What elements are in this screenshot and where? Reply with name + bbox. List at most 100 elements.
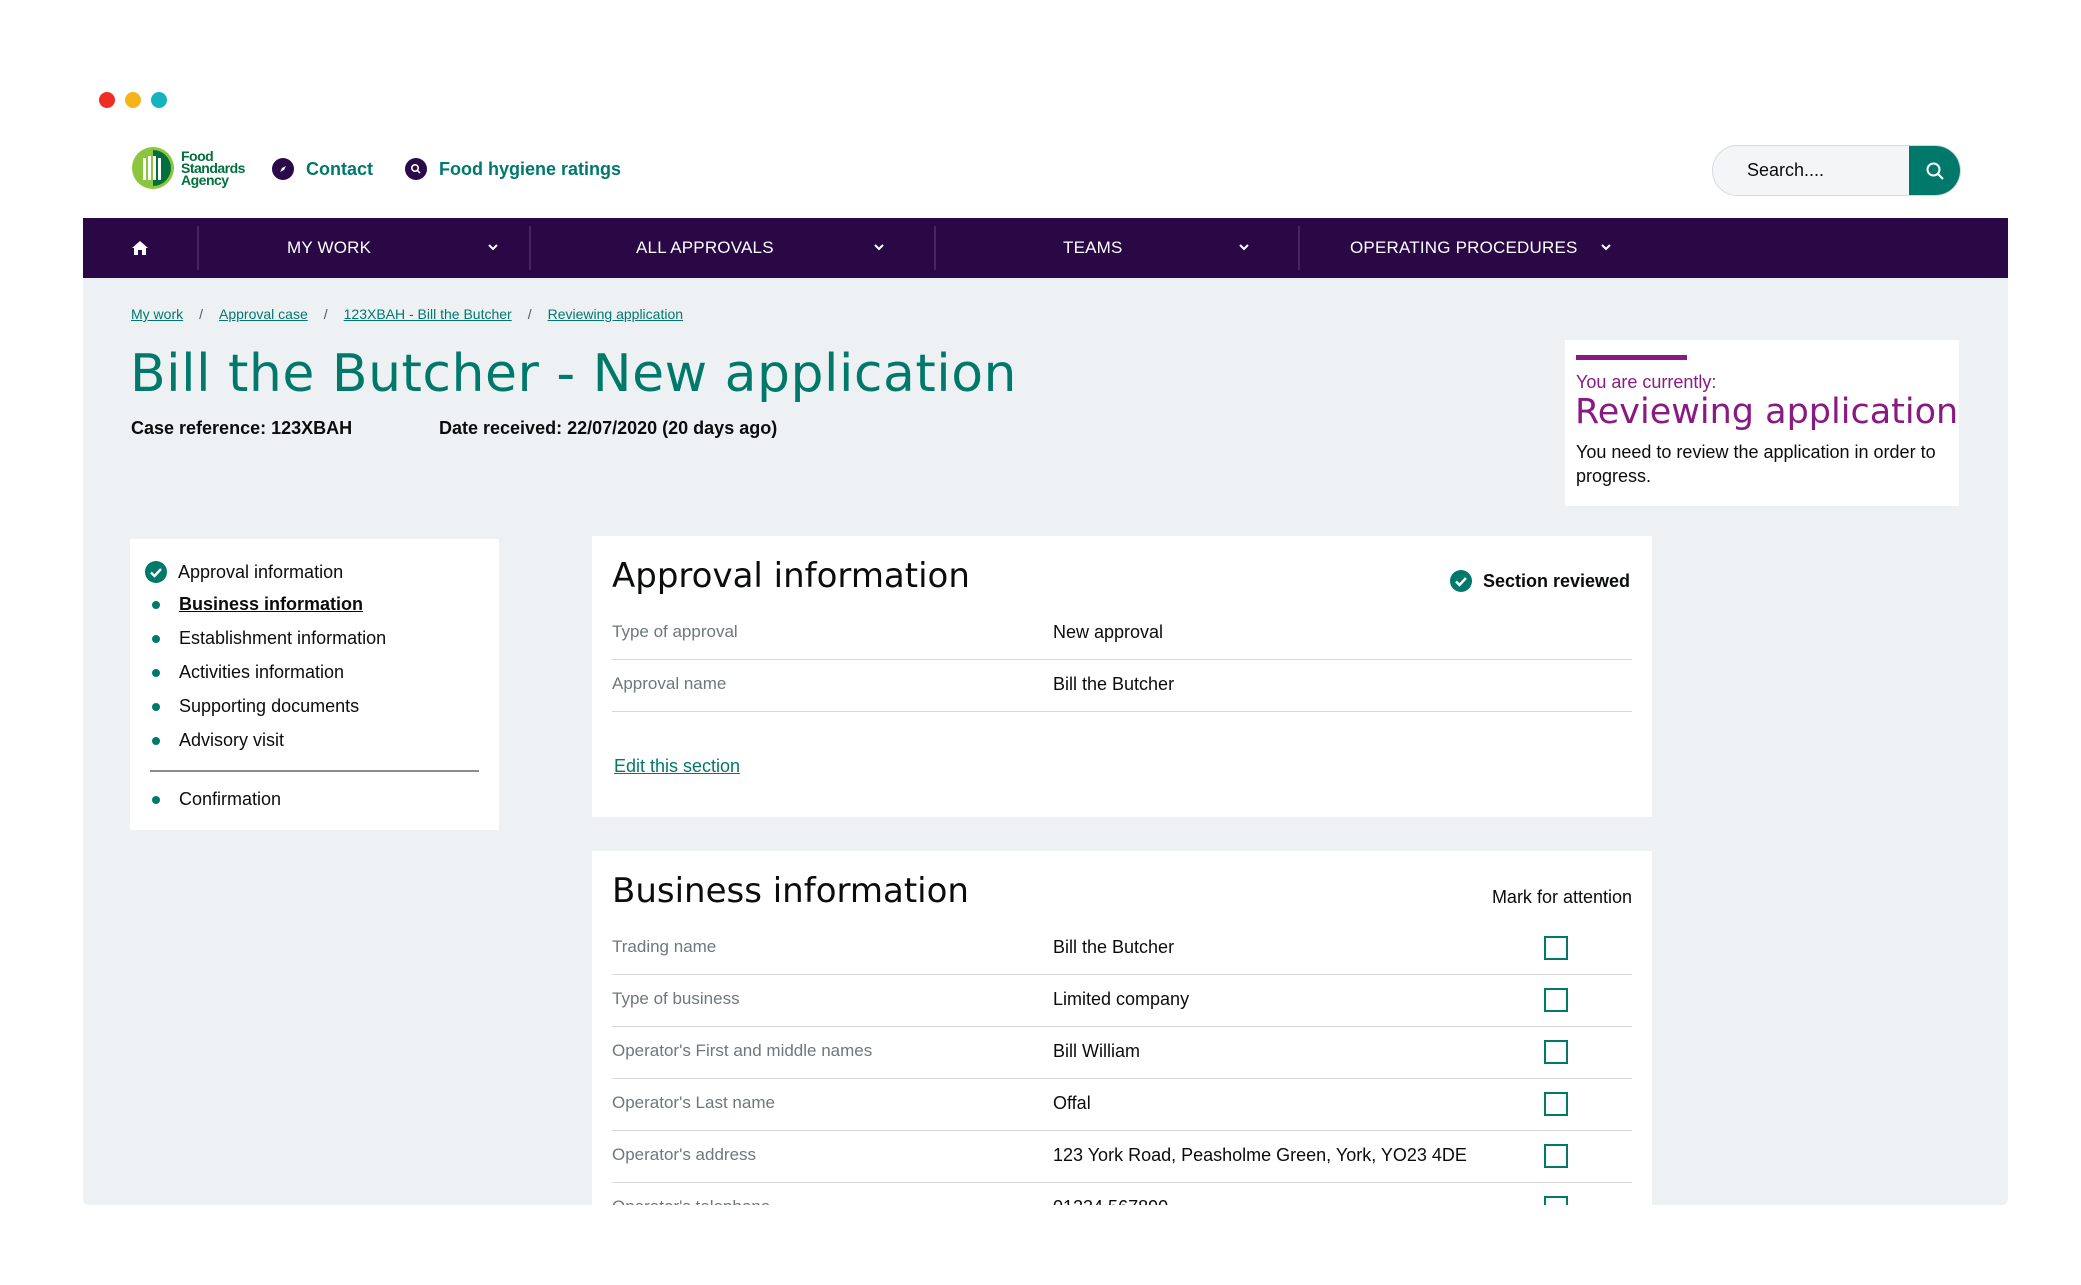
row-label: Operator's address [612, 1145, 757, 1164]
status-title: Reviewing application [1575, 392, 1959, 432]
nav-teams[interactable]: TEAMS [936, 218, 1298, 278]
check-circle-icon [1449, 570, 1472, 592]
sidenav-label: Approval information [178, 561, 344, 582]
sidenav-label: Activities information [179, 662, 345, 682]
bullet-icon [152, 668, 160, 677]
search-icon [405, 158, 427, 180]
case-reference: Case reference: 123XBAH [131, 418, 353, 438]
row-value: New approval [1053, 622, 1164, 642]
ratings-label: Food hygiene ratings [439, 158, 622, 179]
table-row: Operator's telephone 01234 567890 [612, 1183, 1632, 1205]
status-description: You need to review the application in or… [1576, 442, 1936, 486]
mark-for-attention-checkbox[interactable] [1544, 988, 1568, 1012]
table-row: Type of approval New approval [612, 608, 1632, 660]
page-title: Bill the Butcher - New application [130, 344, 1017, 404]
table-row: Type of business Limited company [612, 975, 1632, 1027]
row-label: Approval name [612, 674, 727, 693]
sidenav-advisory-visit[interactable]: Advisory visit [144, 730, 284, 751]
bullet-icon [152, 634, 160, 643]
row-value: 01234 567890 [1053, 1197, 1168, 1205]
sidenav-business-information[interactable]: Business information [144, 594, 363, 615]
close-dot[interactable] [99, 92, 115, 108]
table-row: Operator's First and middle names Bill W… [612, 1027, 1632, 1079]
chevron-down-icon [874, 244, 884, 251]
sidenav-approval-information[interactable]: Approval information [144, 560, 343, 584]
breadcrumb-separator: / [527, 306, 532, 322]
sidenav-activities-information[interactable]: Activities information [144, 662, 344, 683]
bullet-icon [152, 795, 160, 804]
food-hygiene-ratings-link[interactable]: Food hygiene ratings [405, 158, 621, 180]
section-reviewed-label: Section reviewed [1482, 570, 1630, 591]
sidenav-divider [150, 770, 479, 772]
card-title: Business information [612, 871, 969, 911]
row-value: Bill William [1053, 1041, 1140, 1061]
compass-icon [272, 158, 294, 180]
nav-teams-label: TEAMS [1063, 238, 1123, 257]
status-label: You are currently: [1576, 372, 1717, 392]
minimize-dot[interactable] [125, 92, 141, 108]
chevron-down-icon [1239, 244, 1249, 251]
table-row: Operator's address 123 York Road, Peasho… [612, 1131, 1632, 1183]
browser-window: Food Standards Agency Contact Food hygie… [83, 122, 2008, 1205]
nav-all-approvals-label: ALL APPROVALS [636, 238, 774, 257]
mark-for-attention-checkbox[interactable] [1544, 1196, 1568, 1205]
section-navigation: Approval information Business informatio… [130, 539, 499, 830]
row-label: Trading name [612, 937, 717, 956]
date-received: Date received: 22/07/2020 (20 days ago) [439, 418, 778, 438]
contact-label: Contact [306, 158, 373, 179]
table-row: Trading name Bill the Butcher [612, 923, 1632, 975]
card-title: Approval information [612, 556, 970, 596]
approval-information-card: Approval information Section reviewed Ty… [592, 536, 1652, 817]
sidenav-label: Confirmation [179, 789, 282, 809]
row-value: 123 York Road, Peasholme Green, York, YO… [1053, 1145, 1467, 1165]
nav-operating-procedures[interactable]: OPERATING PROCEDURES [1300, 218, 1680, 278]
table-row: Operator's Last name Offal [612, 1079, 1632, 1131]
breadcrumb-case[interactable]: 123XBAH - Bill the Butcher [344, 306, 512, 322]
fsa-logo[interactable]: Food Standards Agency [131, 146, 245, 190]
maximize-dot[interactable] [151, 92, 167, 108]
nav-all-approvals[interactable]: ALL APPROVALS [531, 218, 934, 278]
mark-for-attention-checkbox[interactable] [1544, 1040, 1568, 1064]
status-panel: You are currently: Reviewing application… [1565, 340, 1959, 506]
sidenav-label: Business information [179, 594, 364, 614]
mark-for-attention-checkbox[interactable] [1544, 936, 1568, 960]
breadcrumb: My work / Approval case / 123XBAH - Bill… [131, 306, 683, 322]
fsa-logo-icon [132, 147, 174, 189]
row-label: Type of approval [612, 622, 738, 641]
status-accent-bar [1576, 355, 1687, 360]
table-row: Approval name Bill the Butcher [612, 660, 1632, 712]
sidenav-label: Establishment information [179, 628, 387, 648]
nav-my-work-label: MY WORK [287, 238, 372, 257]
bullet-icon [152, 736, 160, 745]
breadcrumb-separator: / [199, 306, 204, 322]
row-label: Type of business [612, 989, 740, 1008]
row-value: Offal [1053, 1093, 1091, 1113]
row-value: Limited company [1053, 989, 1190, 1009]
sidenav-establishment-information[interactable]: Establishment information [144, 628, 386, 649]
breadcrumb-approval-case[interactable]: Approval case [219, 306, 308, 322]
search-input[interactable] [1713, 146, 1909, 195]
mark-for-attention-checkbox[interactable] [1544, 1092, 1568, 1116]
contact-link[interactable]: Contact [272, 158, 373, 180]
bullet-icon [152, 702, 160, 711]
nav-my-work[interactable]: MY WORK [199, 218, 529, 278]
mark-for-attention-header: Mark for attention [1491, 887, 1632, 907]
sidenav-confirmation[interactable]: Confirmation [144, 789, 281, 810]
row-value: Bill the Butcher [1053, 674, 1175, 694]
edit-section-link[interactable]: Edit this section [614, 756, 740, 777]
chevron-down-icon [1601, 244, 1611, 251]
site-search [1712, 145, 1961, 196]
sidenav-supporting-documents[interactable]: Supporting documents [144, 696, 359, 717]
mark-for-attention-checkbox[interactable] [1544, 1144, 1568, 1168]
breadcrumb-my-work[interactable]: My work [131, 306, 183, 322]
row-label: Operator's telephone [612, 1197, 770, 1205]
chevron-down-icon [488, 244, 498, 251]
site-header: Food Standards Agency Contact Food hygie… [83, 122, 2008, 218]
search-button[interactable] [1909, 146, 1960, 195]
window-controls [99, 92, 167, 108]
check-circle-icon [145, 561, 167, 583]
magnifier-icon [1926, 162, 1944, 180]
row-value: Bill the Butcher [1053, 937, 1175, 957]
breadcrumb-reviewing-application[interactable]: Reviewing application [548, 306, 683, 322]
nav-home[interactable] [83, 218, 197, 278]
